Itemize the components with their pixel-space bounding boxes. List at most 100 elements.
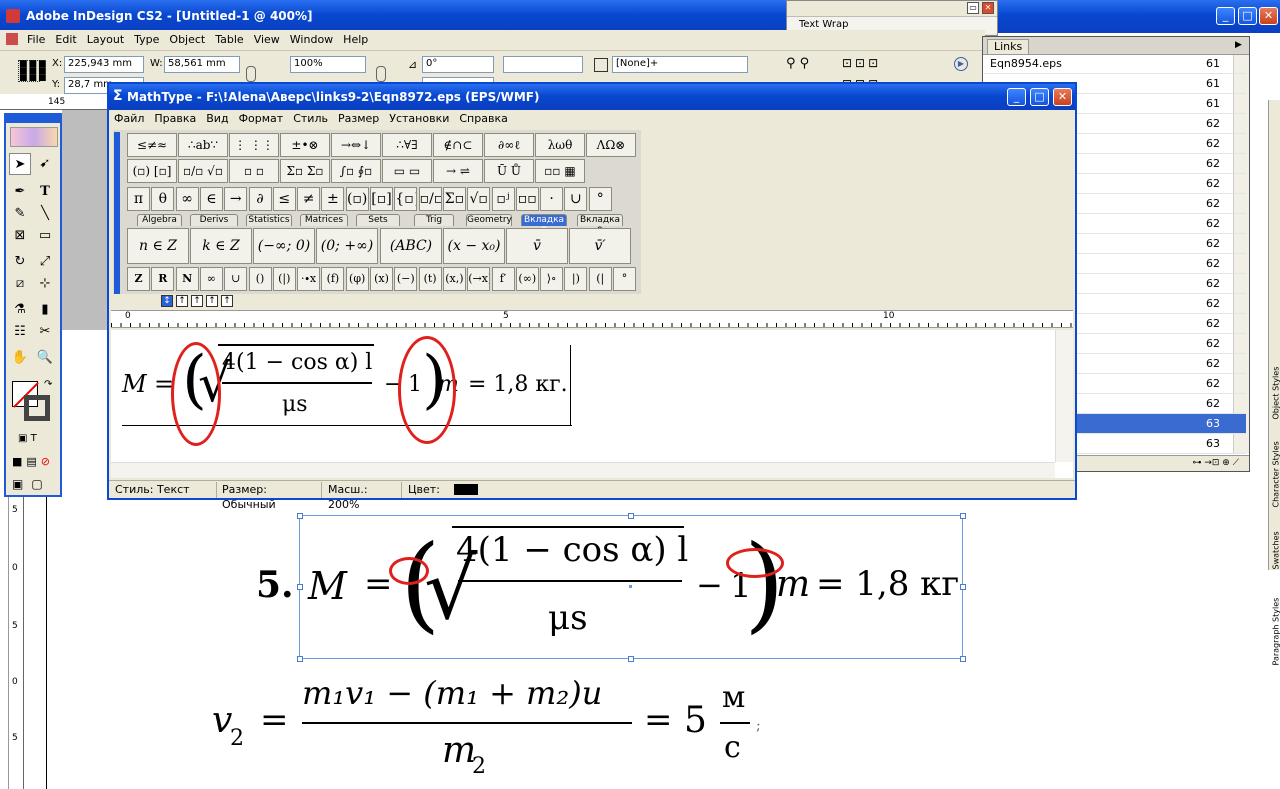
small-template-button[interactable]: ° — [613, 267, 636, 291]
small-symbol-button[interactable]: π — [127, 187, 150, 211]
user-template-button[interactable]: (ABC) — [380, 228, 442, 264]
template-palette-button[interactable]: ▫▫ ▦ — [535, 159, 585, 183]
selection-tool-icon[interactable]: ➤ — [9, 153, 31, 175]
template-palette-button[interactable]: Σ▫ Σ▫ — [280, 159, 330, 183]
shear-tool-icon[interactable]: ⧄ — [9, 273, 31, 295]
close-button[interactable]: ✕ — [1259, 7, 1278, 25]
template-palette-button[interactable]: Ū Ů — [484, 159, 534, 183]
frame-resize-handle[interactable] — [297, 584, 303, 590]
gradient-tool-icon[interactable]: ▮ — [34, 299, 56, 321]
frame-resize-handle[interactable] — [960, 513, 966, 519]
menu-file[interactable]: File — [22, 31, 50, 49]
type-tool-icon[interactable]: T — [34, 181, 56, 203]
mathtype-minimize-button[interactable]: _ — [1007, 88, 1026, 106]
small-template-button[interactable]: ∞ — [199, 267, 223, 291]
palette-tab[interactable]: Statistics — [246, 214, 292, 226]
eyedropper-tool-icon[interactable]: ⚗ — [9, 299, 31, 321]
side-tab-character-styles[interactable]: Character Styles — [1272, 422, 1280, 507]
small-template-button[interactable]: (x) — [370, 267, 393, 291]
small-symbol-button[interactable]: {▫} — [394, 187, 418, 211]
user-template-button[interactable]: (−∞; 0) — [253, 228, 315, 264]
editor-vscroll[interactable] — [1055, 330, 1073, 462]
side-tab-object-styles[interactable]: Object Styles — [1272, 350, 1280, 420]
small-symbol-button[interactable]: ≤ — [272, 187, 296, 211]
tab-stop-decimal-button[interactable]: ↑ — [206, 295, 218, 307]
reference-point-icon[interactable]: ■■■ ■■■ ■■■ — [18, 60, 47, 83]
user-template-button[interactable]: (0; +∞) — [316, 228, 378, 264]
links-tab[interactable]: Links — [987, 39, 1030, 54]
frame-resize-handle[interactable] — [297, 656, 303, 662]
scissors-tool-icon[interactable]: ✂ — [34, 321, 56, 343]
small-symbol-button[interactable]: ∪ — [564, 187, 588, 211]
align-icons[interactable]: ⚲ ⚲ — [786, 56, 809, 71]
palette-tab[interactable]: Вкладка 8 — [521, 214, 567, 236]
rotate-tool-icon[interactable]: ↻ — [9, 251, 31, 273]
small-symbol-button[interactable]: √▫ — [467, 187, 491, 211]
rectangle-tool-icon[interactable]: ▭ — [34, 225, 56, 247]
frame-resize-handle[interactable] — [297, 513, 303, 519]
small-template-button[interactable]: (−) — [394, 267, 418, 291]
formatting-container-icon[interactable]: ▣ T — [18, 433, 37, 444]
symbol-palette-button[interactable]: ⋮ ⋮⋮ — [229, 133, 279, 157]
small-symbol-button[interactable]: θ — [151, 187, 175, 211]
palette-tab[interactable]: Trig — [414, 214, 454, 226]
symbol-palette-button[interactable]: ≤≠≈ — [127, 133, 177, 157]
mathtype-maximize-button[interactable]: □ — [1030, 88, 1049, 106]
user-template-button[interactable]: v̄′ — [569, 228, 631, 264]
mt-menu-format[interactable]: Формат — [234, 110, 289, 128]
mt-menu-view[interactable]: Вид — [201, 110, 233, 128]
palette-tab[interactable]: Algebra — [137, 214, 182, 226]
menu-window[interactable]: Window — [285, 31, 338, 49]
mt-menu-preferences[interactable]: Установки — [384, 110, 454, 128]
pencil-tool-icon[interactable]: ✎ — [9, 203, 31, 225]
small-template-button[interactable]: (→x) — [467, 267, 491, 291]
link-row[interactable]: Eqn8954.eps 61 — [984, 54, 1246, 74]
panel-close-icon[interactable]: ✕ — [982, 2, 994, 14]
constrain-scale-icon[interactable] — [376, 66, 386, 82]
symbol-palette-button[interactable]: ∂∞ℓ — [484, 133, 534, 157]
rotation-field[interactable]: 0° — [422, 56, 494, 73]
menu-layout[interactable]: Layout — [82, 31, 129, 49]
small-template-button[interactable]: |) — [564, 267, 588, 291]
frame-fitting-icon[interactable] — [594, 58, 608, 72]
menu-object[interactable]: Object — [164, 31, 210, 49]
mt-menu-help[interactable]: Справка — [454, 110, 512, 128]
mathtype-close-button[interactable]: ✕ — [1053, 88, 1072, 106]
small-template-button[interactable]: ⟩∘ — [540, 267, 564, 291]
user-template-button[interactable]: (x − x₀) — [443, 228, 505, 264]
panel-menu-icon[interactable]: ▶ — [954, 57, 968, 71]
template-palette-button[interactable]: ∫▫ ∮▫ — [331, 159, 381, 183]
small-symbol-button[interactable]: ° — [588, 187, 612, 211]
line-tool-icon[interactable]: ╲ — [34, 203, 56, 225]
tab-stop-right-button[interactable]: ↑ — [191, 295, 203, 307]
minimize-button[interactable]: _ — [1216, 7, 1235, 25]
constrain-proportions-icon[interactable] — [246, 66, 256, 82]
symbol-palette-button[interactable]: ∉∩⊂ — [433, 133, 483, 157]
menu-table[interactable]: Table — [210, 31, 248, 49]
small-template-button[interactable]: (φ) — [345, 267, 369, 291]
rectangle-frame-tool-icon[interactable]: ⊠ — [9, 225, 31, 247]
editor-hscroll[interactable] — [111, 462, 1055, 478]
zoom-tool-icon[interactable]: 🔍 — [34, 347, 56, 369]
mt-menu-style[interactable]: Стиль — [288, 110, 333, 128]
small-template-button[interactable]: (x,) — [442, 267, 466, 291]
palette-tab[interactable]: Sets — [356, 214, 400, 226]
symbol-palette-button[interactable]: ΛΩ⊗ — [586, 133, 636, 157]
small-symbol-button[interactable]: Σ▫ — [442, 187, 466, 211]
links-panel-menu-icon[interactable]: ▶ — [1235, 40, 1242, 50]
user-template-button[interactable]: n ∈ Z — [127, 228, 189, 264]
template-palette-button[interactable]: ▭ ▭ — [382, 159, 432, 183]
maximize-button[interactable]: □ — [1238, 7, 1257, 25]
small-template-button[interactable]: (|) — [272, 267, 296, 291]
small-template-button[interactable]: Z — [127, 267, 150, 291]
scale-tool-icon[interactable]: ⤢ — [34, 251, 56, 273]
menu-view[interactable]: View — [249, 31, 285, 49]
user-template-button[interactable]: k ∈ Z — [190, 228, 252, 264]
template-palette-button[interactable]: ▫/▫ √▫ — [178, 159, 228, 183]
small-template-button[interactable]: f′ — [491, 267, 515, 291]
menu-help[interactable]: Help — [338, 31, 373, 49]
text-wrap-title[interactable]: Text Wrap — [799, 19, 848, 30]
small-symbol-button[interactable]: ▫/▫ — [418, 187, 442, 211]
mt-menu-file[interactable]: Файл — [109, 110, 149, 128]
symbol-palette-button[interactable]: ∴∀∃ — [382, 133, 432, 157]
